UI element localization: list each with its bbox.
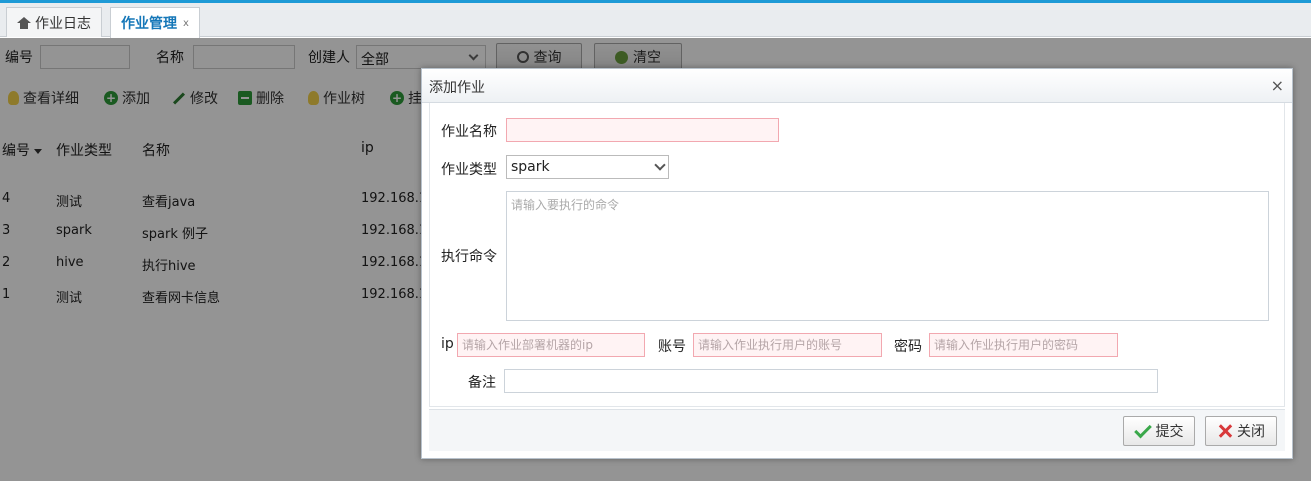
dialog-form: 作业名称 作业类型 spark 执行命令 ip 账号 密码 备注	[429, 103, 1285, 407]
home-icon	[17, 16, 31, 29]
tab-bar: 作业日志 作业管理 x	[0, 3, 1311, 38]
command-label: 执行命令	[441, 249, 497, 265]
chevron-down-icon	[654, 159, 666, 171]
tab-job-log[interactable]: 作业日志	[6, 7, 102, 37]
ip-label: ip	[441, 336, 454, 352]
job-name-input[interactable]	[506, 118, 779, 142]
password-label: 密码	[894, 339, 922, 355]
command-textarea[interactable]	[506, 191, 1269, 321]
dialog-title: 添加作业	[429, 80, 485, 96]
close-button[interactable]: 关闭	[1205, 416, 1277, 446]
add-job-dialog: 添加作业 × 作业名称 作业类型 spark 执行命令 ip 账号 密码 备注 …	[421, 68, 1293, 459]
job-name-label: 作业名称	[441, 124, 497, 140]
cross-icon	[1217, 423, 1233, 439]
close-button-label: 关闭	[1237, 424, 1265, 440]
account-input[interactable]	[693, 333, 882, 357]
job-type-label: 作业类型	[441, 162, 497, 178]
tab-job-management-label: 作业管理	[121, 16, 177, 32]
job-type-value: spark	[511, 159, 550, 175]
submit-button-label: 提交	[1155, 424, 1184, 440]
tab-close-icon[interactable]: x	[183, 18, 189, 29]
dialog-header[interactable]: 添加作业 ×	[422, 69, 1292, 103]
remark-label: 备注	[468, 375, 496, 391]
close-icon[interactable]: ×	[1271, 76, 1284, 95]
dialog-footer: 提交 关闭	[429, 409, 1285, 451]
check-icon	[1133, 420, 1152, 438]
ip-input[interactable]	[457, 333, 645, 357]
tab-job-log-label: 作业日志	[35, 15, 91, 32]
tab-job-management[interactable]: 作业管理 x	[110, 7, 200, 38]
remark-input[interactable]	[504, 369, 1158, 393]
job-type-select[interactable]: spark	[506, 155, 669, 179]
account-label: 账号	[658, 339, 686, 355]
submit-button[interactable]: 提交	[1123, 416, 1195, 446]
password-input[interactable]	[929, 333, 1118, 357]
